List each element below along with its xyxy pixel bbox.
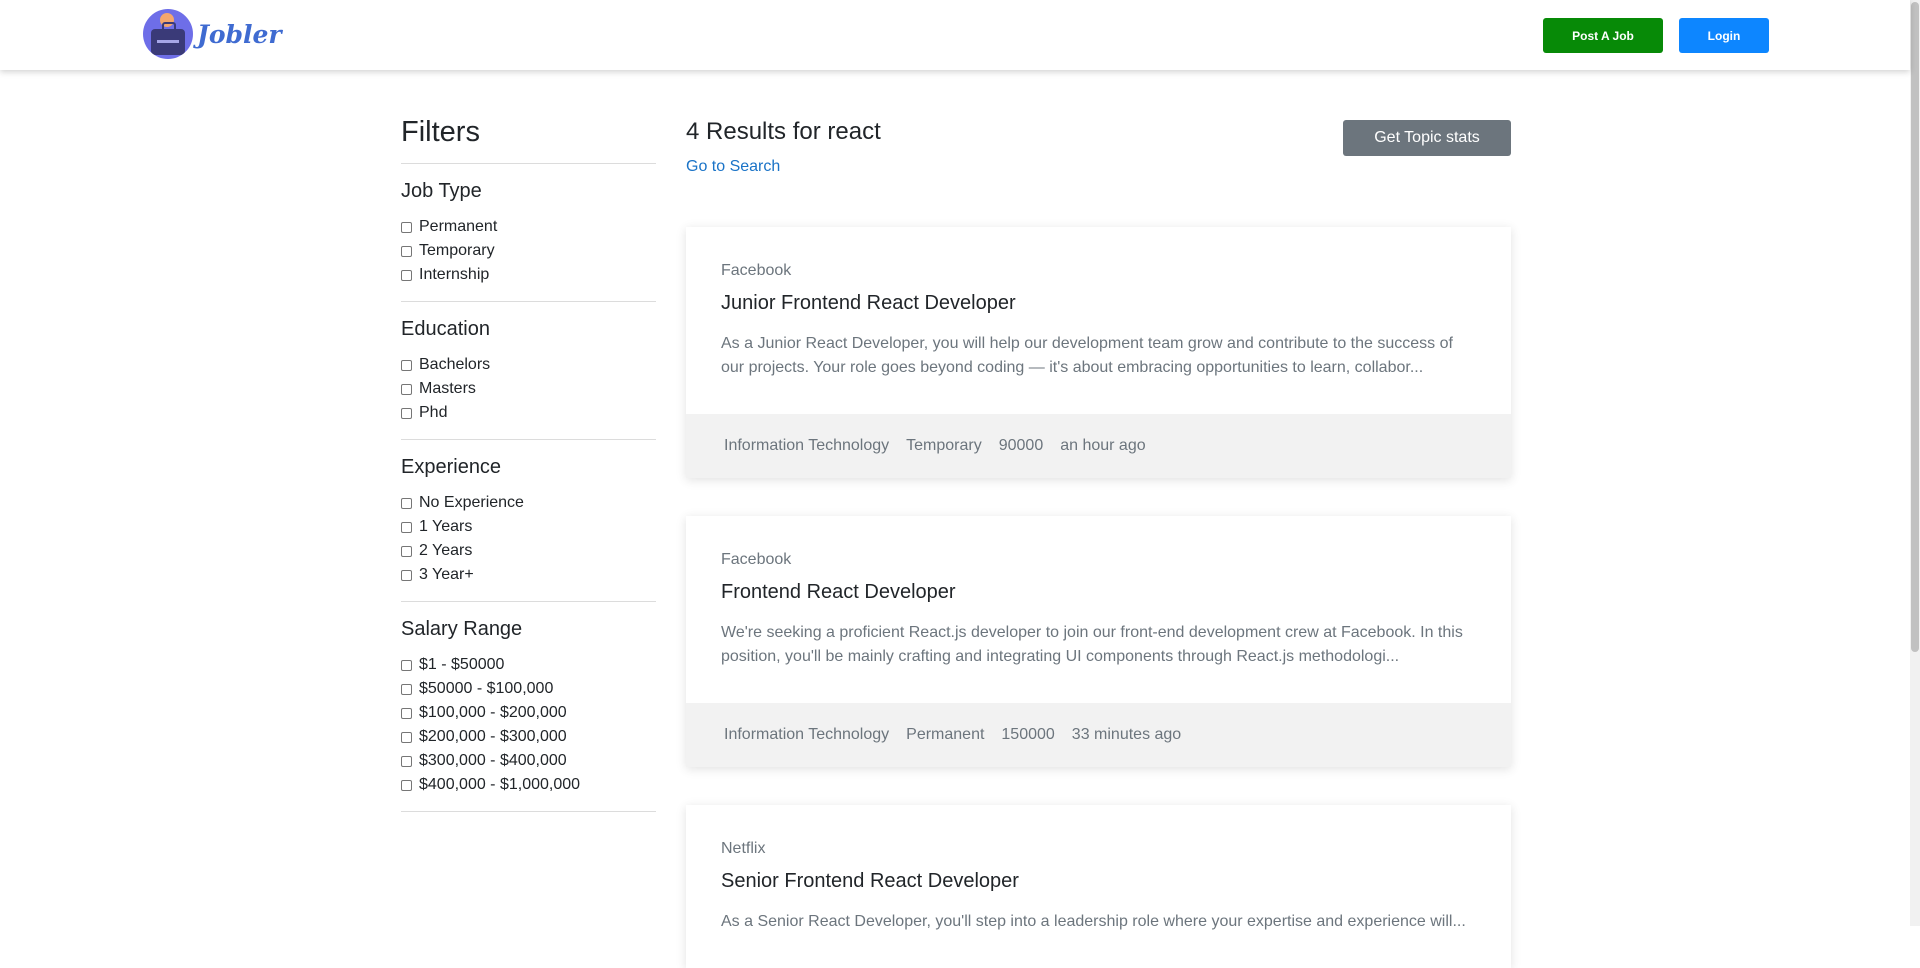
job-title[interactable]: Frontend React Developer (721, 581, 1476, 604)
option-label: $200,000 - $300,000 (419, 728, 567, 745)
filter-option[interactable]: 1 Years (401, 515, 656, 539)
checkbox[interactable] (401, 779, 412, 791)
checkbox[interactable] (401, 221, 412, 233)
filter-option[interactable]: Phd (401, 401, 656, 425)
checkbox[interactable] (401, 569, 412, 581)
filter-option[interactable]: 3 Year+ (401, 563, 656, 587)
filter-option[interactable]: $50000 - $100,000 (401, 677, 656, 701)
checkbox[interactable] (401, 659, 412, 671)
option-label: Internship (419, 266, 490, 283)
option-label: Bachelors (419, 356, 491, 373)
job-card-footer: Information Technology Temporary 90000 a… (686, 414, 1511, 478)
filter-option[interactable]: Internship (401, 263, 656, 287)
filter-group-education: Education Bachelors Masters Phd (401, 302, 656, 440)
option-label: 2 Years (419, 542, 473, 559)
results-main: 4 Results for react Go to Search Get Top… (686, 110, 1511, 968)
checkbox[interactable] (401, 245, 412, 257)
checkbox[interactable] (401, 497, 412, 509)
job-salary: 150000 (1001, 726, 1055, 743)
get-topic-stats-button[interactable]: Get Topic stats (1343, 120, 1511, 156)
option-label: $400,000 - $1,000,000 (419, 776, 581, 793)
job-type: Permanent (906, 726, 985, 743)
checkbox[interactable] (401, 545, 412, 557)
go-to-search-link[interactable]: Go to Search (686, 158, 1511, 176)
checkbox[interactable] (401, 731, 412, 743)
job-type: Temporary (906, 437, 982, 454)
option-label: Temporary (419, 242, 495, 259)
job-description: We're seeking a proficient React.js deve… (721, 624, 1463, 665)
job-card-body: Facebook Frontend React Developer We're … (686, 516, 1511, 703)
filters-sidebar: Filters Job Type Permanent Temporary Int… (401, 110, 656, 812)
option-label: 3 Year+ (419, 566, 474, 583)
filter-option[interactable]: 2 Years (401, 539, 656, 563)
job-title[interactable]: Junior Frontend React Developer (721, 292, 1476, 315)
job-industry: Information Technology (724, 437, 890, 454)
option-label: Phd (419, 404, 448, 421)
option-label: No Experience (419, 494, 524, 511)
job-card-body: Facebook Junior Frontend React Developer… (686, 227, 1511, 414)
briefcase-icon (143, 9, 193, 59)
navbar: Jobler Post A Job Login (0, 0, 1910, 70)
job-card-body: Netflix Senior Frontend React Developer … (686, 805, 1511, 968)
scrollbar[interactable] (1910, 0, 1920, 926)
filter-option[interactable]: Bachelors (401, 353, 656, 377)
job-card[interactable]: Netflix Senior Frontend React Developer … (686, 805, 1511, 968)
filter-group-title: Salary Range (401, 618, 523, 640)
filter-option[interactable]: $300,000 - $400,000 (401, 749, 656, 773)
option-label: $300,000 - $400,000 (419, 752, 567, 769)
option-label: $100,000 - $200,000 (419, 704, 567, 721)
filter-group-job-type: Job Type Permanent Temporary Internship (401, 164, 656, 302)
filter-option[interactable]: $200,000 - $300,000 (401, 725, 656, 749)
checkbox[interactable] (401, 383, 412, 395)
login-button[interactable]: Login (1679, 18, 1769, 53)
job-salary: 90000 (998, 437, 1044, 454)
filter-group-experience: Experience No Experience 1 Years 2 Years… (401, 440, 656, 602)
job-industry: Information Technology (724, 726, 890, 743)
filter-option[interactable]: Temporary (401, 239, 656, 263)
checkbox[interactable] (401, 683, 412, 695)
job-card[interactable]: Facebook Junior Frontend React Developer… (686, 227, 1511, 478)
job-posted-time: an hour ago (1060, 437, 1146, 454)
filter-option[interactable]: No Experience (401, 491, 656, 515)
filter-group-title: Education (401, 318, 490, 340)
filter-option[interactable]: $100,000 - $200,000 (401, 701, 656, 725)
checkbox[interactable] (401, 269, 412, 281)
scrollbar-thumb[interactable] (1911, 2, 1919, 652)
job-card-footer: Information Technology Permanent 150000 … (686, 703, 1511, 767)
job-company: Facebook (721, 262, 792, 279)
option-label: $1 - $50000 (419, 656, 505, 673)
checkbox[interactable] (401, 707, 412, 719)
option-label: Masters (419, 380, 476, 397)
job-posted-time: 33 minutes ago (1071, 726, 1182, 743)
filter-group-salary-range: Salary Range $1 - $50000 $50000 - $100,0… (401, 602, 656, 812)
job-description: As a Junior React Developer, you will he… (721, 335, 1453, 376)
job-title[interactable]: Senior Frontend React Developer (721, 870, 1476, 893)
job-description: As a Senior React Developer, you'll step… (721, 913, 1466, 930)
checkbox[interactable] (401, 407, 412, 419)
option-label: $50000 - $100,000 (419, 680, 554, 697)
brand-logo[interactable]: Jobler (143, 9, 282, 59)
checkbox[interactable] (401, 521, 412, 533)
filters-title: Filters (401, 110, 656, 164)
job-company: Facebook (721, 551, 792, 568)
job-card[interactable]: Facebook Frontend React Developer We're … (686, 516, 1511, 767)
option-label: 1 Years (419, 518, 473, 535)
post-job-button[interactable]: Post A Job (1543, 18, 1663, 53)
filter-option[interactable]: Permanent (401, 215, 656, 239)
filter-option[interactable]: Masters (401, 377, 656, 401)
checkbox[interactable] (401, 359, 412, 371)
filter-group-title: Job Type (401, 180, 482, 202)
job-company: Netflix (721, 840, 766, 857)
filter-option[interactable]: $1 - $50000 (401, 653, 656, 677)
option-label: Permanent (419, 218, 498, 235)
checkbox[interactable] (401, 755, 412, 767)
filter-group-title: Experience (401, 456, 502, 478)
brand-name: Jobler (197, 19, 282, 49)
filter-option[interactable]: $400,000 - $1,000,000 (401, 773, 656, 797)
